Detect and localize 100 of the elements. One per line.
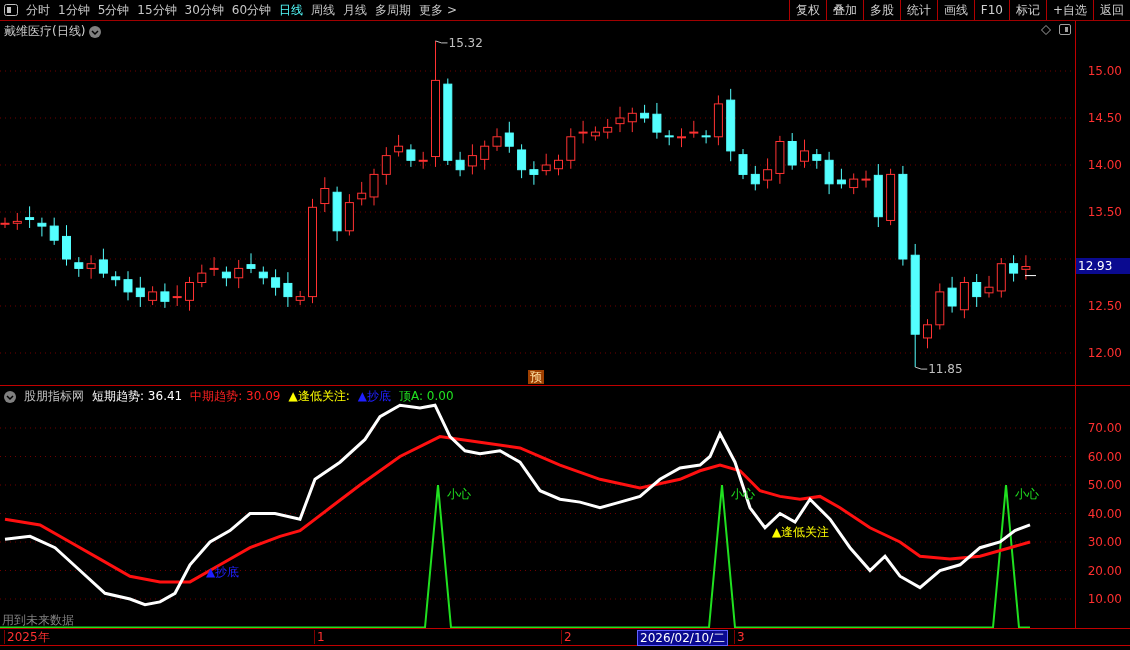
candlestick (1021, 254, 1031, 281)
legend-item: ▲抄底 (357, 388, 391, 405)
candlestick (455, 151, 465, 177)
candlestick (935, 282, 945, 330)
candlestick (972, 273, 982, 308)
candlestick (812, 148, 822, 170)
toolbar-button[interactable]: 标记 (1008, 0, 1046, 20)
toolbar-button[interactable]: 复权 (788, 0, 826, 20)
axis-label: 15.00 (1087, 64, 1122, 78)
axis-label: 12.00 (1087, 346, 1122, 360)
period-tab[interactable]: 月线 (339, 0, 372, 20)
candlestick (1009, 254, 1019, 283)
candlestick (775, 135, 785, 185)
axis-label: 40.00 (1087, 506, 1122, 521)
candlestick (677, 127, 686, 148)
period-tab[interactable]: 15分钟 (133, 0, 181, 20)
axis-label: 70.00 (1087, 421, 1122, 435)
axis-label: 30.00 (1087, 535, 1122, 549)
candlestick (467, 143, 477, 175)
forecast-marker: 预 (528, 370, 544, 384)
period-tab[interactable]: 5分钟 (93, 0, 134, 20)
candlestick (836, 168, 846, 189)
candlestick (566, 127, 576, 170)
dropdown-icon[interactable] (4, 390, 16, 403)
high-price-label: 15.32 (448, 35, 483, 50)
panel-toggle-icon[interactable] (1059, 24, 1071, 35)
period-tab[interactable]: 60分钟 (227, 0, 276, 20)
candlestick (824, 151, 834, 195)
candlestick (234, 259, 244, 289)
candlestick (332, 186, 342, 242)
candlestick (86, 254, 96, 280)
candlestick (246, 252, 256, 274)
candlestick (959, 276, 969, 319)
candlestick (111, 270, 121, 287)
candlestick (357, 181, 367, 206)
panel-toggle-icon[interactable] (4, 4, 18, 16)
candlestick (344, 193, 354, 236)
candlestick (406, 143, 416, 168)
period-tab[interactable]: 分时 (22, 0, 54, 20)
candlestick (590, 125, 600, 142)
candlestick (750, 165, 760, 191)
candlestick (984, 275, 994, 299)
candlestick (603, 118, 613, 140)
toolbar-button[interactable]: 多股 (862, 0, 900, 20)
candlestick (492, 127, 502, 152)
candlestick (148, 285, 158, 306)
candlestick (381, 146, 391, 186)
candlestick (25, 205, 35, 229)
time-axis-label: 1 (314, 630, 327, 644)
candlestick (221, 266, 231, 287)
candlestick (12, 212, 22, 231)
current-price-label: 12.93 (1076, 257, 1130, 274)
candlestick (185, 276, 194, 312)
period-tab[interactable]: 1分钟 (54, 0, 94, 20)
axis-label: 20.00 (1087, 563, 1122, 578)
candlestick (320, 176, 330, 213)
axis-label: 10.00 (1087, 592, 1122, 606)
dropdown-icon[interactable] (89, 25, 102, 38)
diamond-icon[interactable] (1041, 24, 1051, 35)
candlestick (49, 217, 59, 246)
low-price-label: 11.85 (928, 362, 963, 377)
candlestick (517, 143, 527, 179)
period-tab[interactable]: 更多 > (415, 0, 461, 20)
candlestick (763, 157, 773, 189)
time-axis-label: 3 (734, 630, 747, 644)
legend-item: ▲逢低关注: (288, 388, 350, 405)
candlestick (873, 163, 883, 228)
candlestick (98, 248, 108, 279)
candlestick (209, 256, 219, 277)
time-axis-label: 2026/02/10/二 (637, 630, 729, 646)
time-axis-label: 2 (561, 630, 574, 644)
toolbar-button[interactable]: +自选 (1045, 0, 1093, 20)
candlestick (787, 132, 797, 171)
toolbar-button[interactable]: F10 (973, 0, 1009, 20)
candlestick (172, 284, 182, 307)
axis-label: 12.50 (1087, 299, 1122, 313)
candlestick (738, 148, 748, 180)
period-tab[interactable]: 30分钟 (180, 0, 228, 20)
candlestick (135, 276, 145, 308)
period-tab[interactable]: 周线 (307, 0, 340, 20)
toolbar-button[interactable]: 叠加 (825, 0, 863, 20)
toolbar-button[interactable]: 画线 (936, 0, 974, 20)
candlestick (627, 107, 637, 133)
candlestick (418, 151, 428, 170)
axis-label: 50.00 (1087, 478, 1122, 492)
candlestick (271, 268, 281, 297)
period-tab[interactable]: 多周期 (371, 0, 416, 20)
legend-item: 中期趋势: 30.09 (190, 388, 281, 405)
candlestick (123, 270, 133, 301)
candlestick (713, 94, 723, 146)
leader-line (914, 366, 928, 370)
chart-annotation: ▲逢低关注 (772, 525, 830, 539)
candlestick (701, 129, 711, 144)
time-axis-label: 2025年 (4, 630, 52, 644)
period-tab[interactable]: 日线 (275, 0, 308, 20)
legend-item: 顶A: 0.00 (398, 388, 454, 405)
candlestick (923, 318, 932, 349)
toolbar-button[interactable]: 统计 (899, 0, 937, 20)
chart-title: 戴维医疗(日线) (4, 23, 86, 40)
toolbar-button[interactable]: 返回 (1093, 0, 1130, 20)
